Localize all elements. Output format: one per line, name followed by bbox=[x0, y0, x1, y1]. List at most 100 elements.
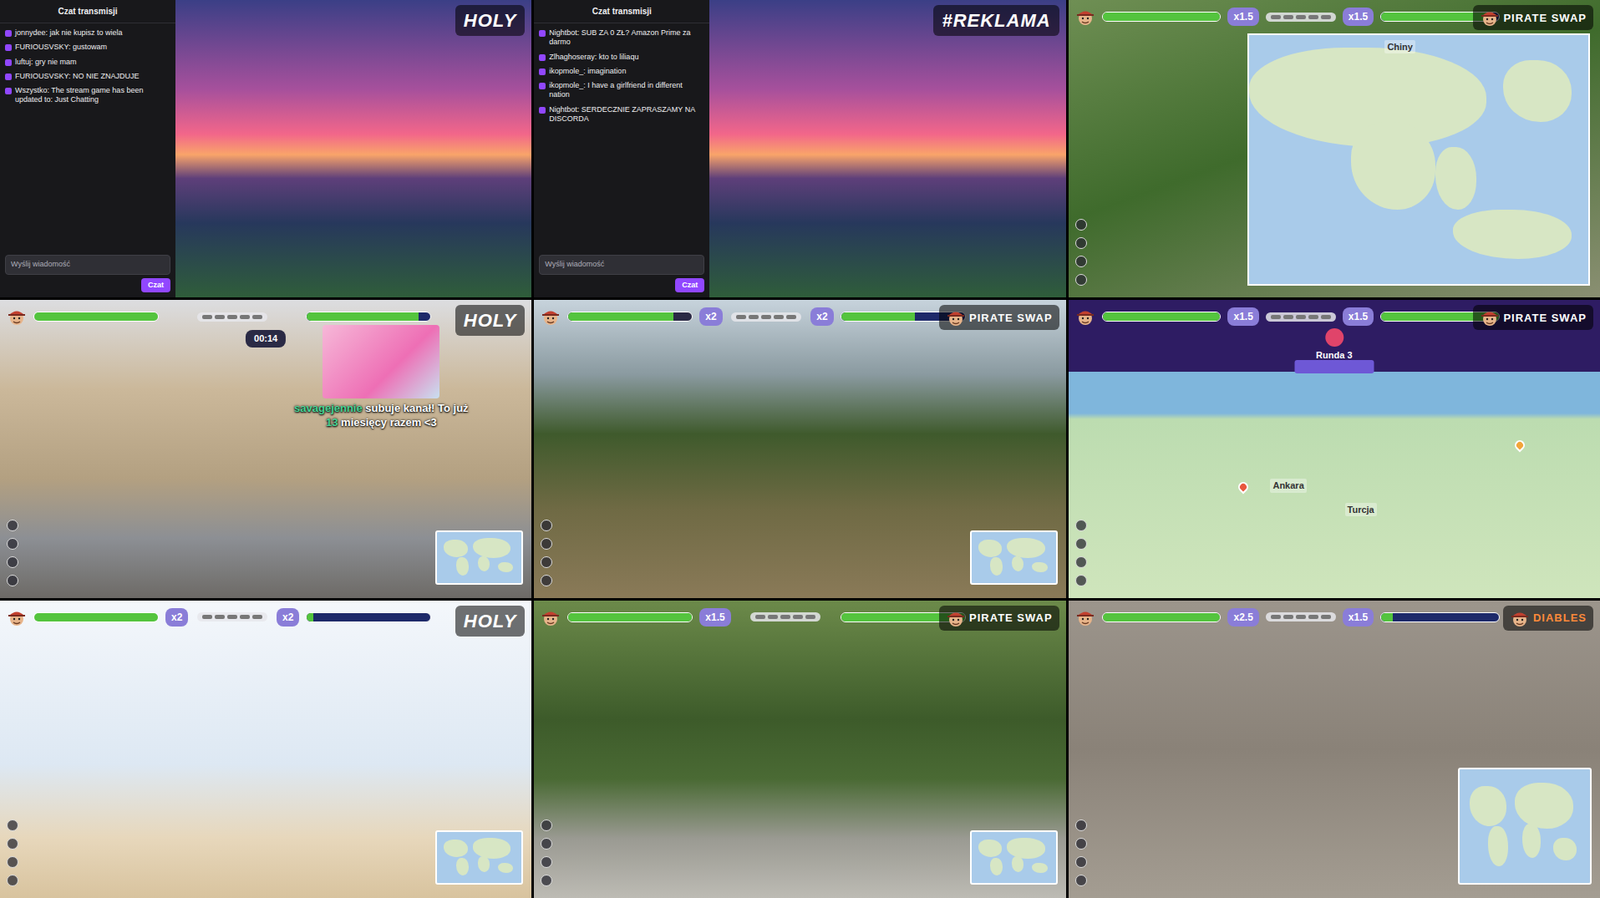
hud-bar: x2x2 bbox=[540, 306, 966, 327]
mini-map[interactable] bbox=[970, 830, 1058, 885]
zoom-out-icon[interactable] bbox=[6, 856, 19, 869]
zoom-in-icon[interactable] bbox=[6, 838, 19, 850]
land-shape bbox=[443, 839, 468, 858]
player-avatar-icon bbox=[1075, 607, 1096, 628]
chat-input[interactable] bbox=[5, 254, 171, 275]
chat-input[interactable] bbox=[538, 254, 705, 275]
mini-map[interactable] bbox=[970, 530, 1058, 585]
health-bar bbox=[1102, 11, 1222, 22]
round-segment bbox=[792, 614, 803, 620]
land-shape bbox=[1006, 838, 1045, 859]
health-bar bbox=[1102, 612, 1222, 623]
badge-icon bbox=[5, 87, 12, 95]
chat-button[interactable]: Czat bbox=[675, 278, 705, 294]
multiplier-badge: x1.5 bbox=[1342, 608, 1374, 627]
land-shape bbox=[1514, 782, 1574, 828]
compass-icon[interactable] bbox=[1075, 519, 1087, 532]
hud-bar: x2.5 x1.5 bbox=[1075, 607, 1500, 628]
settings-icon[interactable] bbox=[540, 874, 553, 887]
land-shape bbox=[472, 838, 511, 859]
chat-panel: Czat transmisjijonnydee: jak nie kupisz … bbox=[0, 0, 176, 298]
zoom-in-icon[interactable] bbox=[6, 538, 19, 550]
compass-icon[interactable] bbox=[1075, 218, 1087, 231]
round-segment bbox=[773, 314, 784, 320]
zoom-out-icon[interactable] bbox=[1075, 556, 1087, 569]
zoom-out-icon[interactable] bbox=[1075, 856, 1087, 869]
zoom-out-icon[interactable] bbox=[540, 556, 553, 569]
land-shape bbox=[1011, 556, 1024, 572]
land-shape bbox=[1522, 823, 1541, 859]
zoom-in-icon[interactable] bbox=[1075, 838, 1087, 850]
guess-map[interactable]: Chiny bbox=[1247, 33, 1590, 286]
mini-map[interactable] bbox=[435, 830, 524, 885]
zoom-in-icon[interactable] bbox=[540, 838, 553, 850]
round-segment bbox=[748, 314, 759, 320]
chat-message: Wszystko: The stream game has been updat… bbox=[5, 86, 171, 106]
zoom-in-icon[interactable] bbox=[540, 538, 553, 550]
compass-icon[interactable] bbox=[6, 519, 19, 532]
round-segment bbox=[1283, 314, 1294, 320]
opponent-health-bar bbox=[305, 311, 432, 322]
zoom-in-icon[interactable] bbox=[1075, 538, 1087, 550]
health-fill bbox=[34, 312, 158, 321]
guess-pin-icon bbox=[1236, 479, 1251, 494]
multiplier-badge: x2.5 bbox=[1227, 608, 1259, 627]
health-fill bbox=[568, 613, 692, 622]
round-segment bbox=[252, 314, 263, 320]
opponent-health-fill bbox=[306, 312, 418, 321]
stream-tile: Chinyx1.5x1.5PIRATE SWAP bbox=[1068, 0, 1600, 298]
zoom-in-icon[interactable] bbox=[1075, 237, 1087, 249]
land-shape bbox=[1553, 838, 1577, 861]
badge-icon bbox=[538, 106, 546, 114]
round-segment bbox=[1308, 15, 1319, 20]
health-bar bbox=[567, 612, 693, 623]
opponent-health-fill bbox=[306, 613, 313, 622]
compass-icon[interactable] bbox=[540, 519, 553, 532]
zoom-out-icon[interactable] bbox=[540, 856, 553, 869]
settings-icon[interactable] bbox=[1075, 574, 1087, 587]
zoom-out-icon[interactable] bbox=[1075, 255, 1087, 268]
compass-icon[interactable] bbox=[540, 819, 553, 832]
channel-logo: HOLY bbox=[455, 605, 525, 637]
compass-icon[interactable] bbox=[1075, 819, 1087, 832]
round-indicator bbox=[165, 312, 300, 322]
mini-map[interactable] bbox=[435, 530, 524, 585]
round-segment bbox=[780, 614, 791, 620]
chat-list: Nightbot: SUB ZA 0 ZŁ? Amazon Prime za d… bbox=[533, 23, 710, 250]
multiplier-badge: x1.5 bbox=[1342, 307, 1374, 326]
round-segment bbox=[202, 314, 213, 320]
stream-wall: Czat transmisjijonnydee: jak nie kupisz … bbox=[0, 0, 1600, 898]
health-bar bbox=[1102, 311, 1222, 322]
settings-icon[interactable] bbox=[6, 874, 19, 887]
land-shape bbox=[978, 539, 1002, 558]
settings-icon[interactable] bbox=[1075, 874, 1087, 887]
hud-bar: x2x2 bbox=[6, 607, 432, 628]
round-segment bbox=[1270, 314, 1281, 320]
zoom-out-icon[interactable] bbox=[6, 556, 19, 569]
chat-message: Nightbot: SUB ZA 0 ZŁ? Amazon Prime za d… bbox=[538, 28, 705, 48]
logo-text: HOLY bbox=[463, 607, 517, 635]
compass-icon[interactable] bbox=[6, 819, 19, 832]
chat-button[interactable]: Czat bbox=[141, 278, 171, 294]
land-shape bbox=[477, 556, 490, 572]
settings-icon[interactable] bbox=[540, 574, 553, 587]
chat-footer: Czat bbox=[0, 249, 176, 298]
settings-icon[interactable] bbox=[1075, 274, 1087, 286]
land-shape bbox=[978, 839, 1002, 858]
logo-text: DIABLES bbox=[1533, 612, 1587, 624]
stream-tile: Czat transmisjijonnydee: jak nie kupisz … bbox=[0, 0, 532, 298]
land-shape bbox=[497, 863, 514, 874]
settings-icon[interactable] bbox=[6, 574, 19, 587]
pirate-icon bbox=[945, 608, 966, 629]
mini-map[interactable] bbox=[1457, 767, 1592, 885]
stream-tile: x2.5 x1.5 DIABLES bbox=[1068, 600, 1600, 898]
channel-logo: PIRATE SWAP bbox=[1473, 5, 1594, 31]
sub-alert: savagejennie subuje kanał! To już 13 mie… bbox=[289, 325, 473, 430]
round-segment bbox=[1308, 314, 1319, 320]
chat-text: FURIOUSVSKY: NO NIE ZNAJDUJE bbox=[15, 71, 140, 82]
logo-text: HOLY bbox=[463, 306, 517, 335]
stream-video: #REKLAMA bbox=[709, 0, 1066, 298]
stream-tile: HOLY00:14savagejennie subuje kanał! To j… bbox=[0, 299, 532, 598]
land-shape bbox=[477, 856, 490, 872]
player-avatar-icon bbox=[6, 306, 27, 327]
